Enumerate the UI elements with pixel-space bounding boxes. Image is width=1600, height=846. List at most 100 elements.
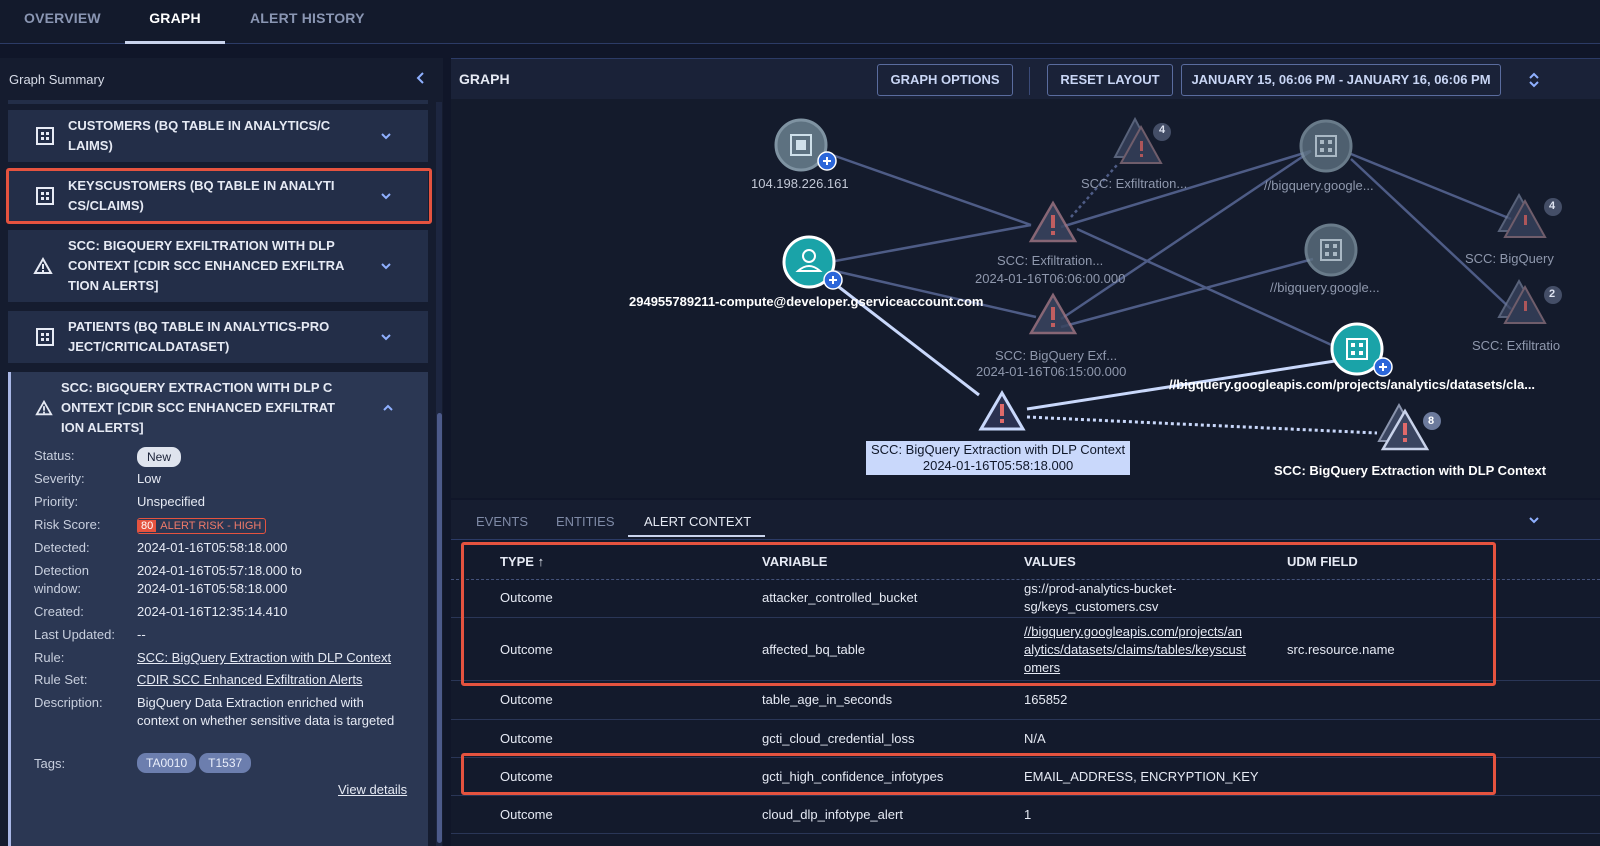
column-header-type[interactable]: TYPE ↑: [500, 554, 544, 569]
alert-node-time: 2024-01-16T06:06:00.000: [975, 271, 1126, 286]
graph-options-button[interactable]: GRAPH OPTIONS: [877, 64, 1013, 96]
table-row[interactable]: Outcome gcti_high_confidence_infotypes E…: [451, 758, 1600, 796]
alert-node: [1028, 200, 1078, 243]
alert-context-panel: EVENTS ENTITIES ALERT CONTEXT TYPE ↑ VAR…: [451, 500, 1600, 846]
tab-events[interactable]: EVENTS: [476, 514, 528, 529]
ip-node: [774, 118, 837, 172]
selected-alert-label[interactable]: SCC: BigQuery Extraction with DLP Contex…: [866, 441, 1131, 475]
summary-card-keyscustomers[interactable]: KEYSCUSTOMERS (BQ TABLE IN ANALYTI CS/CL…: [8, 171, 428, 221]
cell-variable: affected_bq_table: [762, 642, 866, 657]
cell-variable: attacker_controlled_bucket: [762, 590, 918, 605]
created-label: Created:: [34, 604, 84, 619]
count-badge: 4: [1549, 200, 1556, 212]
summary-card-title: PATIENTS (BQ TABLE IN ANALYTICS-PRO JECT…: [68, 319, 330, 354]
tags-label: Tags:: [34, 756, 66, 771]
chevron-down-icon[interactable]: [1526, 512, 1542, 528]
tab-overview[interactable]: OVERVIEW: [24, 0, 101, 44]
chevron-left-icon[interactable]: [412, 68, 428, 88]
alert-group-label: SCC: BigQuery Extraction with DLP Contex…: [1274, 463, 1547, 478]
table-row[interactable]: Outcome table_age_in_seconds 165852: [451, 681, 1600, 720]
selected-alert-title: SCC: BigQuery Extraction with DLP Contex…: [871, 442, 1126, 457]
divider: [1029, 67, 1030, 95]
cell-variable: cloud_dlp_infotype_alert: [762, 807, 903, 822]
graph-summary-header: Graph Summary: [0, 58, 443, 102]
cell-value-link[interactable]: //bigquery.googleapis.com/projects/an al…: [1024, 623, 1246, 677]
table-row[interactable]: Outcome affected_bq_table //bigquery.goo…: [451, 618, 1600, 681]
scrollbar-thumb[interactable]: [437, 413, 442, 843]
service-account-node: [782, 235, 843, 290]
column-header-udm-field[interactable]: UDM FIELD: [1287, 554, 1358, 569]
summary-card-customers[interactable]: CUSTOMERS (BQ TABLE IN ANALYTICS/C LAIMS…: [8, 110, 428, 162]
graph-canvas[interactable]: [451, 99, 1600, 499]
last-updated-value: --: [137, 627, 146, 642]
dotted-edge: [1070, 164, 1118, 218]
chevron-down-icon[interactable]: [378, 258, 394, 274]
alert-triangle-icon: [33, 256, 53, 274]
tag-chip[interactable]: TA0010: [137, 753, 197, 773]
bottom-tab-bar: EVENTS ENTITIES ALERT CONTEXT: [451, 500, 1600, 540]
table-row[interactable]: Outcome gcti_cloud_credential_loss N/A: [451, 720, 1600, 758]
cell-type: Outcome: [500, 590, 553, 605]
view-details-link[interactable]: View details: [338, 782, 407, 797]
alert-group-label: SCC: Exfiltration...: [1081, 176, 1188, 191]
reset-layout-button[interactable]: RESET LAYOUT: [1047, 64, 1173, 96]
tab-alert-history[interactable]: ALERT HISTORY: [250, 0, 365, 44]
alert-group-label: SCC: Exfiltratio: [1472, 338, 1561, 353]
graph-summary-title: Graph Summary: [9, 72, 105, 87]
cell-value: N/A: [1024, 731, 1046, 746]
cell-type: Outcome: [500, 807, 553, 822]
created-value: 2024-01-16T12:35:14.410: [137, 604, 288, 619]
detection-window-end: 2024-01-16T05:58:18.000: [137, 581, 288, 596]
chevron-down-icon[interactable]: [378, 329, 394, 345]
alert-node-label: SCC: Exfiltration...: [997, 253, 1104, 268]
bigquery-node: [1304, 223, 1358, 277]
cell-value: 1: [1024, 807, 1032, 822]
bigquery-node: [1299, 119, 1353, 173]
alert-group-node: [1377, 402, 1441, 451]
detection-window-label-2: window:: [34, 581, 81, 596]
ip-node-label: 104.198.226.161: [751, 176, 849, 191]
description-label: Description:: [34, 695, 103, 710]
summary-card-title: SCC: BIGQUERY EXTRACTION WITH DLP C ONTE…: [61, 380, 335, 435]
detected-value: 2024-01-16T05:58:18.000: [137, 540, 288, 555]
service-account-label: 294955789211-compute@developer.gservicea…: [629, 294, 984, 309]
date-range-button[interactable]: JANUARY 15, 06:06 PM - JANUARY 16, 06:06…: [1181, 64, 1501, 96]
table-row[interactable]: Outcome cloud_dlp_infotype_alert 1: [451, 796, 1600, 834]
summary-card-title: CUSTOMERS (BQ TABLE IN ANALYTICS/C LAIMS…: [68, 118, 331, 153]
cell-value: gs://prod-analytics-bucket- sg/keys_cust…: [1024, 580, 1176, 616]
table-row[interactable]: Outcome attacker_controlled_bucket gs://…: [451, 580, 1600, 618]
cell-type: Outcome: [500, 731, 553, 746]
tab-alert-context[interactable]: ALERT CONTEXT: [628, 514, 766, 537]
table-icon: [36, 328, 54, 346]
summary-card-exfiltration-alert[interactable]: SCC: BIGQUERY EXFILTRATION WITH DLP CONT…: [8, 230, 428, 302]
chevron-down-icon[interactable]: [378, 128, 394, 144]
status-badge: New: [137, 447, 182, 467]
table-icon: [36, 127, 54, 145]
cell-variable: gcti_cloud_credential_loss: [762, 731, 915, 746]
priority-value: Unspecified: [137, 494, 205, 509]
last-updated-label: Last Updated:: [34, 627, 115, 642]
summary-card-patients[interactable]: PATIENTS (BQ TABLE IN ANALYTICS-PRO JECT…: [8, 311, 428, 363]
severity-label: Severity:: [34, 471, 85, 486]
count-badge: 8: [1428, 415, 1435, 427]
description-value: BigQuery Data Extraction enriched with c…: [137, 695, 395, 728]
summary-card-extraction-alert-expanded[interactable]: SCC: BIGQUERY EXTRACTION WITH DLP C ONTE…: [8, 372, 428, 846]
rule-set-link[interactable]: CDIR SCC Enhanced Exfiltration Alerts: [137, 671, 407, 689]
table-icon: [36, 187, 54, 205]
expand-collapse-icon[interactable]: [1527, 71, 1541, 89]
selected-alert-node: [978, 390, 1026, 431]
tag-chip[interactable]: T1537: [199, 753, 252, 773]
chevron-up-icon[interactable]: [380, 400, 396, 416]
tab-graph[interactable]: GRAPH: [125, 0, 225, 44]
cell-type: Outcome: [500, 642, 553, 657]
tab-entities[interactable]: ENTITIES: [556, 514, 615, 529]
rule-link[interactable]: SCC: BigQuery Extraction with DLP Contex…: [137, 649, 407, 667]
selected-alert-time: 2024-01-16T05:58:18.000: [922, 458, 1074, 473]
bigquery-table-node: [1330, 322, 1393, 377]
column-header-values[interactable]: VALUES: [1024, 554, 1076, 569]
detection-window-label-1: Detection: [34, 563, 89, 578]
chevron-down-icon[interactable]: [378, 188, 394, 204]
cell-value: 165852: [1024, 692, 1068, 707]
cell-value: EMAIL_ADDRESS, ENCRYPTION_KEY: [1024, 769, 1259, 784]
column-header-variable[interactable]: VARIABLE: [762, 554, 827, 569]
